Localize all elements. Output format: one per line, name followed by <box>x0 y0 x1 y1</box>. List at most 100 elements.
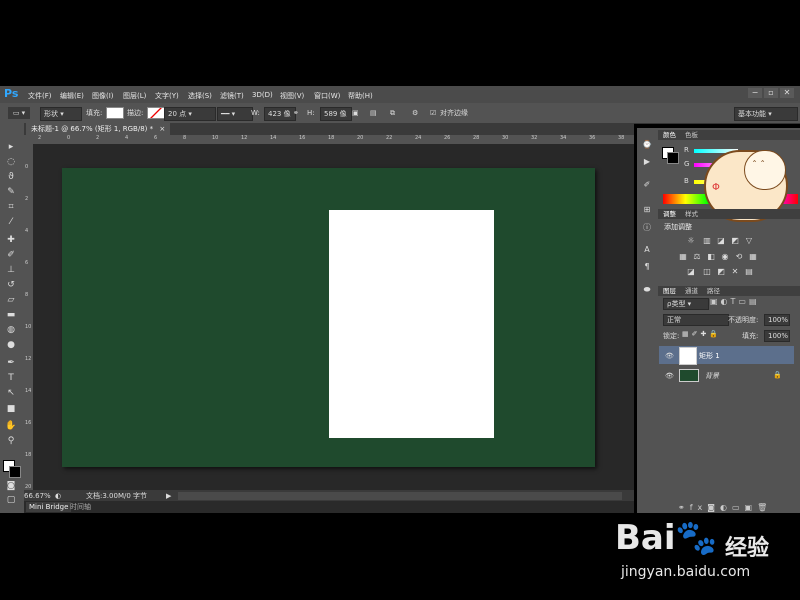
lock-icons[interactable]: ▦✐✚🔒 <box>682 330 721 338</box>
shape-mode-select[interactable]: 形状 ▾ <box>40 107 82 121</box>
stroke-size-field[interactable]: 20 点 ▾ <box>164 107 216 121</box>
zoom-level[interactable]: 66.67% <box>24 491 51 501</box>
hand-icon[interactable]: ✋ <box>3 420 19 432</box>
link-icon[interactable]: ⚭ <box>293 107 299 119</box>
layer-row-background[interactable]: 👁 背景 🔒 <box>659 366 794 384</box>
actions-panel-icon[interactable]: ▶ <box>641 156 653 167</box>
path-align-icon[interactable]: ▤ <box>370 107 377 119</box>
stroke-type-select[interactable]: ━━ ▾ <box>217 107 253 121</box>
tab-swatches[interactable]: 色板 <box>685 130 698 140</box>
eraser-icon[interactable]: ▱ <box>3 294 19 306</box>
dodge-icon[interactable]: ● <box>3 339 19 351</box>
path-select-icon[interactable]: ↖ <box>3 387 19 399</box>
close-tab-icon[interactable]: × <box>159 125 165 133</box>
pen-icon[interactable]: ✒ <box>3 357 19 369</box>
tab-color[interactable]: 颜色 <box>663 130 676 140</box>
channel-mixer-icon[interactable]: ⟲ <box>734 252 744 261</box>
zoom-icon[interactable]: ⚲ <box>3 435 19 447</box>
layer-filter-icons[interactable]: ▣◐T▭▤ <box>710 297 760 306</box>
tool-preset-picker[interactable]: ▭ ▾ <box>8 107 30 119</box>
screen-mode-icon[interactable]: ▢ <box>3 494 19 506</box>
history-panel-icon[interactable]: ⌚ <box>641 139 653 150</box>
layer-name[interactable]: 背景 <box>705 371 719 381</box>
fill-opacity-field[interactable]: 100% <box>764 330 790 342</box>
lasso-icon[interactable]: ϑ <box>3 171 19 183</box>
photo-filter-icon[interactable]: ◉ <box>720 252 730 261</box>
gear-icon[interactable]: ⚙ <box>412 107 418 119</box>
eye-icon[interactable]: 👁 <box>665 372 674 380</box>
move-icon[interactable]: ▸ <box>3 141 19 153</box>
align-edges-checkbox[interactable]: ☑ <box>430 107 436 119</box>
horizontal-scrollbar[interactable] <box>178 492 622 500</box>
menu-layer[interactable]: 图层(L) <box>123 91 146 101</box>
exposure-icon[interactable]: ◩ <box>730 236 740 245</box>
layer-kind-filter[interactable]: ρ类型 ▾ <box>663 298 709 310</box>
brightness-icon[interactable]: ☼ <box>686 236 696 245</box>
menu-view[interactable]: 视图(V) <box>280 91 304 101</box>
workspace-select[interactable]: 基本功能 ▾ <box>734 107 798 121</box>
invert-icon[interactable]: ◪ <box>686 267 696 276</box>
color-balance-icon[interactable]: ⚖ <box>692 252 702 261</box>
document-tab[interactable]: 未标题-1 @ 66.7% (矩形 1, RGB/8) * × <box>26 123 171 135</box>
eye-icon[interactable]: 👁 <box>665 352 674 360</box>
menu-type[interactable]: 文字(Y) <box>155 91 179 101</box>
path-ops-icon[interactable]: ▣ <box>352 107 359 119</box>
rectangle-shape[interactable] <box>329 210 494 438</box>
spot-heal-icon[interactable]: ✚ <box>3 234 19 246</box>
color-lookup-icon[interactable]: ▦ <box>748 252 758 261</box>
gradient-map-icon[interactable]: ▤ <box>744 267 754 276</box>
menu-help[interactable]: 帮助(H) <box>348 91 373 101</box>
selective-color-icon[interactable]: ✕ <box>730 267 740 276</box>
opacity-field[interactable]: 100% <box>764 314 790 326</box>
brush-icon[interactable]: ✐ <box>3 249 19 261</box>
layer-row-rectangle[interactable]: 👁 矩形 1 <box>659 346 794 365</box>
shape-icon[interactable]: ■ <box>3 403 19 415</box>
bw-icon[interactable]: ◧ <box>706 252 716 261</box>
character-panel-icon[interactable]: A <box>641 244 653 255</box>
crop-icon[interactable]: ⌗ <box>3 201 19 213</box>
hue-sat-icon[interactable]: ▦ <box>678 252 688 261</box>
menu-edit[interactable]: 编辑(E) <box>60 91 84 101</box>
posterize-icon[interactable]: ◫ <box>702 267 712 276</box>
menu-3d[interactable]: 3D(D) <box>252 91 273 99</box>
minimize-icon[interactable]: − <box>748 88 762 98</box>
close-icon[interactable]: ✕ <box>780 88 794 98</box>
restore-icon[interactable]: ▫ <box>764 88 778 98</box>
bg-color-swatch[interactable] <box>667 152 679 164</box>
background-color[interactable] <box>9 466 21 478</box>
stroke-swatch[interactable] <box>147 107 165 119</box>
vibrance-icon[interactable]: ▽ <box>744 236 754 245</box>
quick-mask-icon[interactable]: ◙ <box>3 480 19 492</box>
blur-icon[interactable]: ◍ <box>3 324 19 336</box>
menu-file[interactable]: 文件(F) <box>28 91 52 101</box>
tab-mini-bridge[interactable]: Mini Bridge <box>26 502 72 512</box>
menu-select[interactable]: 选择(S) <box>188 91 212 101</box>
quick-select-icon[interactable]: ✎ <box>3 186 19 198</box>
width-field[interactable]: 423 像 <box>264 107 296 121</box>
tab-channels[interactable]: 通道 <box>685 286 698 296</box>
type-icon[interactable]: T <box>3 372 19 384</box>
layer-name[interactable]: 矩形 1 <box>699 351 720 361</box>
blend-mode-select[interactable]: 正常 <box>663 314 729 326</box>
layer-action-icons[interactable]: ⚭fx◙◐▭▣🗑 <box>678 503 772 512</box>
paragraph-panel-icon[interactable]: ¶ <box>641 261 653 272</box>
menu-window[interactable]: 窗口(W) <box>314 91 340 101</box>
stamp-icon[interactable]: ⊥ <box>3 264 19 276</box>
path-arrange-icon[interactable]: ⧉ <box>390 107 395 119</box>
levels-icon[interactable]: ▥ <box>702 236 712 245</box>
tab-styles[interactable]: 样式 <box>685 209 698 219</box>
menu-image[interactable]: 图像(I) <box>92 91 114 101</box>
status-menu-arrow[interactable]: ▶ <box>166 491 171 501</box>
mini-bridge-icon[interactable]: ⬬ <box>641 284 653 295</box>
tab-adjustments[interactable]: 调整 <box>663 209 676 219</box>
info-panel-icon[interactable]: ⓘ <box>641 222 653 233</box>
eyedropper-icon[interactable]: ⁄ <box>3 216 19 228</box>
menu-filter[interactable]: 滤镜(T) <box>220 91 244 101</box>
properties-panel-icon[interactable]: ⊞ <box>641 204 653 215</box>
gradient-icon[interactable]: ▬ <box>3 309 19 321</box>
height-field[interactable]: 589 像 <box>320 107 352 121</box>
marquee-icon[interactable]: ◌ <box>3 156 19 168</box>
history-brush-icon[interactable]: ↺ <box>3 279 19 291</box>
brush-panel-icon[interactable]: ✐ <box>641 179 653 190</box>
curves-icon[interactable]: ◪ <box>716 236 726 245</box>
